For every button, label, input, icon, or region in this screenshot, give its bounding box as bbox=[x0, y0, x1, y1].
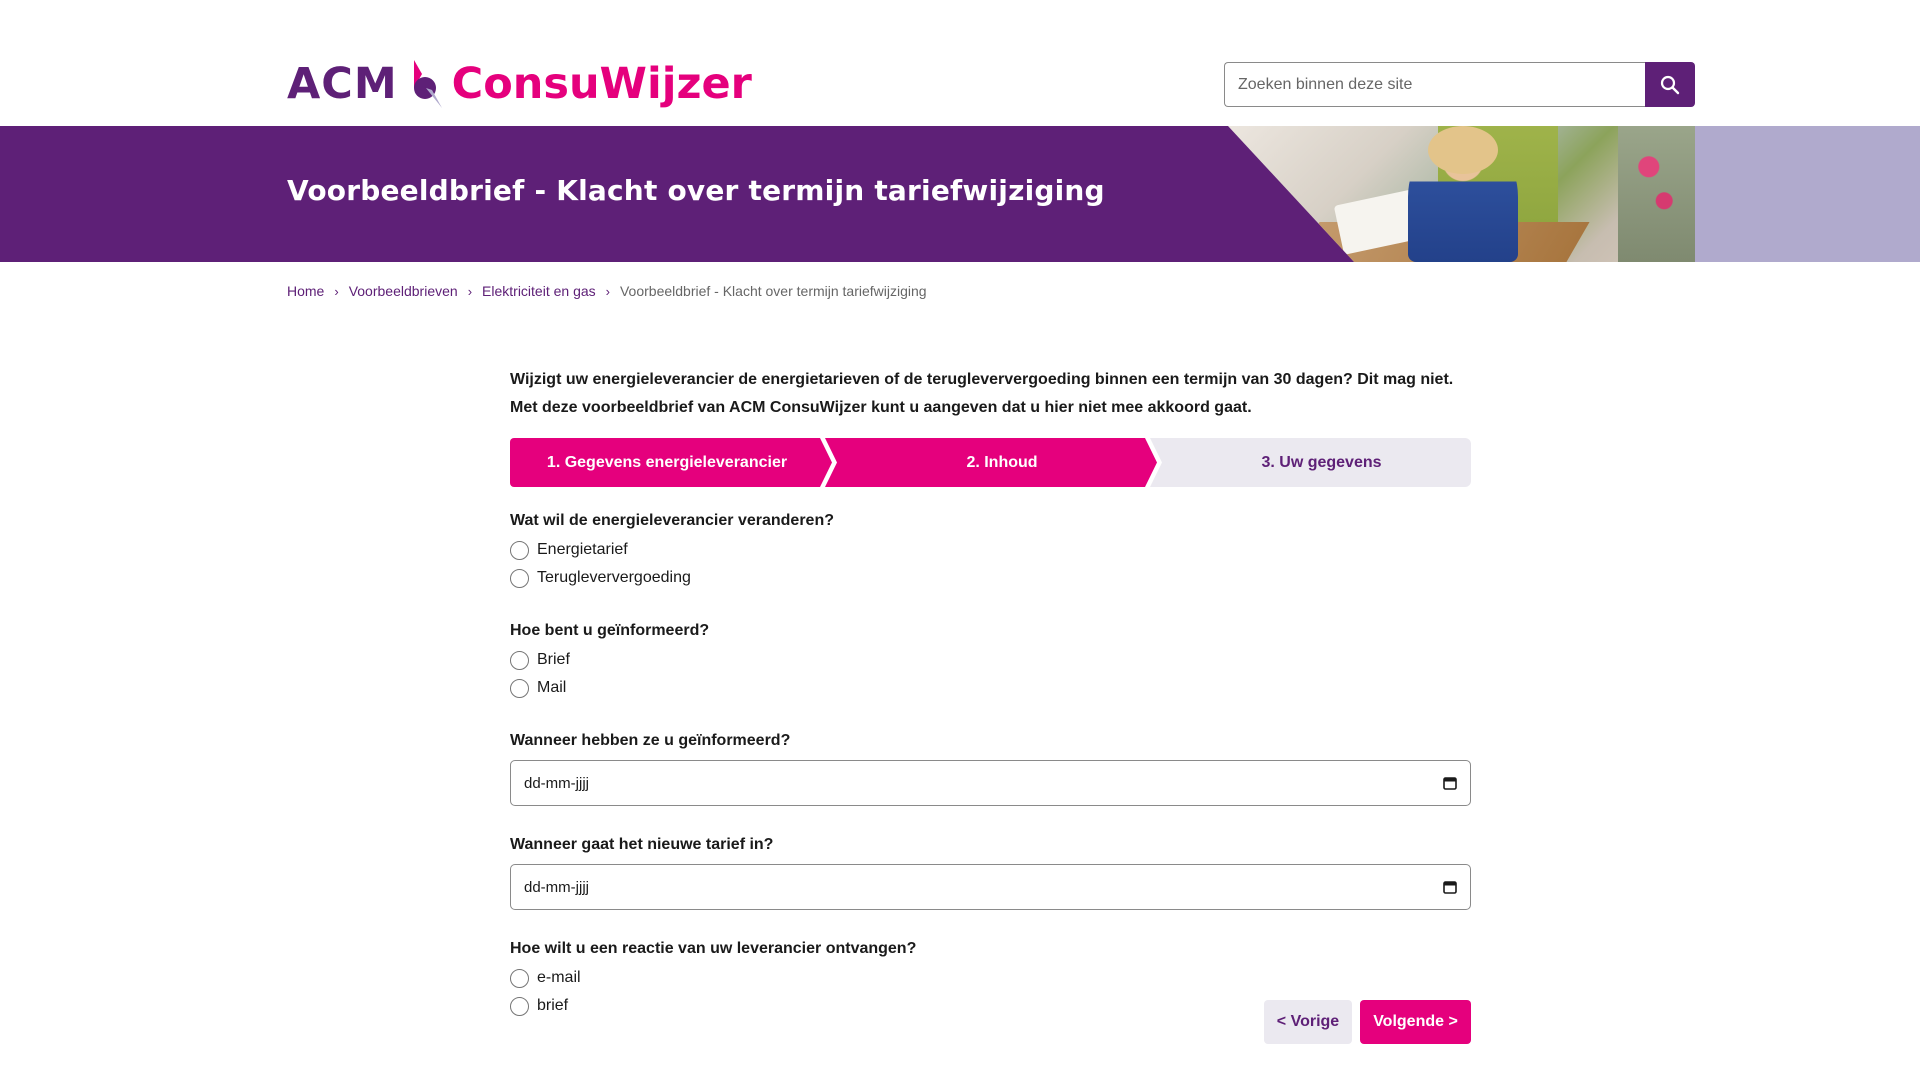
date-input-informed[interactable]: dd-mm-jjjj bbox=[510, 760, 1471, 806]
breadcrumb: Home › Voorbeeldbrieven › Elektriciteit … bbox=[287, 283, 927, 299]
radio-option-mail[interactable]: Mail bbox=[510, 674, 1471, 702]
next-button[interactable]: Volgende > bbox=[1360, 1000, 1471, 1044]
radio-option-energietarief[interactable]: Energietarief bbox=[510, 536, 1471, 564]
site-search bbox=[1224, 62, 1695, 107]
breadcrumb-current: Voorbeeldbrief - Klacht over termijn tar… bbox=[619, 283, 927, 299]
chevron-right-icon: › bbox=[467, 283, 473, 299]
radio-option-e-mail[interactable]: e-mail bbox=[510, 964, 1471, 992]
search-button[interactable] bbox=[1645, 62, 1695, 107]
previous-button[interactable]: < Vorige bbox=[1264, 1000, 1352, 1044]
chevron-right-icon: › bbox=[605, 283, 610, 299]
calendar-icon[interactable] bbox=[1442, 775, 1458, 791]
question-new-tariff-date: Wanneer gaat het nieuwe tarief in? bbox=[510, 836, 774, 853]
acm-consuwijzer-logo[interactable]: ACM ConsuWijzer bbox=[287, 56, 752, 112]
calendar-icon[interactable] bbox=[1442, 879, 1458, 895]
radio-button[interactable] bbox=[510, 678, 529, 698]
date-placeholder: dd-mm-jjjj bbox=[524, 878, 589, 896]
search-input[interactable] bbox=[1224, 62, 1645, 107]
radio-group-informed-how: Brief Mail bbox=[510, 646, 1471, 702]
radio-button[interactable] bbox=[510, 650, 529, 670]
radio-option-brief[interactable]: Brief bbox=[510, 646, 1471, 674]
intro-line-2: Met deze voorbeeldbrief van ACM ConsuWij… bbox=[510, 399, 1252, 416]
radio-option-terugleververgoeding[interactable]: Terugleververgoeding bbox=[510, 564, 1471, 592]
chevron-right-icon: › bbox=[334, 283, 339, 299]
step-2-inhoud[interactable]: 2. Inhoud bbox=[825, 438, 1157, 487]
logo-consuwijzer-text: ConsuWijzer bbox=[451, 58, 752, 109]
breadcrumb-elektriciteit-en-gas[interactable]: Elektriciteit en gas bbox=[482, 283, 596, 299]
form-step-indicator: 1. Gegevens energieleverancier 2. Inhoud… bbox=[510, 438, 1471, 487]
radio-button[interactable] bbox=[510, 996, 529, 1016]
site-header: ACM ConsuWijzer bbox=[0, 0, 1920, 126]
form-navigation: < Vorige Volgende > bbox=[1264, 1000, 1471, 1044]
question-reaction-method: Hoe wilt u een reactie van uw leverancie… bbox=[510, 940, 917, 957]
question-informed-date: Wanneer hebben ze u geïnformeerd? bbox=[510, 732, 791, 749]
question-change-type: Wat wil de energieleverancier veranderen… bbox=[510, 512, 834, 529]
search-icon bbox=[1660, 75, 1680, 94]
step-1-gegevens-energieleverancier[interactable]: 1. Gegevens energieleverancier bbox=[510, 438, 832, 487]
radio-button[interactable] bbox=[510, 568, 529, 588]
date-input-new-tariff[interactable]: dd-mm-jjjj bbox=[510, 864, 1471, 910]
breadcrumb-home[interactable]: Home bbox=[287, 283, 324, 299]
question-informed-how: Hoe bent u geïnformeerd? bbox=[510, 622, 710, 639]
banner-accent-block bbox=[1695, 126, 1920, 262]
radio-button[interactable] bbox=[510, 968, 529, 988]
banner-photo-woman-on-phone bbox=[1228, 126, 1695, 262]
logo-acm-text: ACM bbox=[287, 58, 398, 109]
radio-group-change-type: Energietarief Terugleververgoeding bbox=[510, 536, 1471, 592]
intro-line-1: Wijzigt uw energieleverancier de energie… bbox=[510, 371, 1454, 388]
page-title: Voorbeeldbrief - Klacht over termijn tar… bbox=[287, 174, 1105, 207]
logo-mark-icon bbox=[413, 60, 442, 108]
step-3-uw-gegevens[interactable]: 3. Uw gegevens bbox=[1150, 438, 1471, 487]
letter-form: Wijzigt uw energieleverancier de energie… bbox=[510, 366, 1471, 1020]
radio-button[interactable] bbox=[510, 540, 529, 560]
date-placeholder: dd-mm-jjjj bbox=[524, 774, 589, 792]
breadcrumb-voorbeeldbrieven[interactable]: Voorbeeldbrieven bbox=[349, 283, 458, 299]
